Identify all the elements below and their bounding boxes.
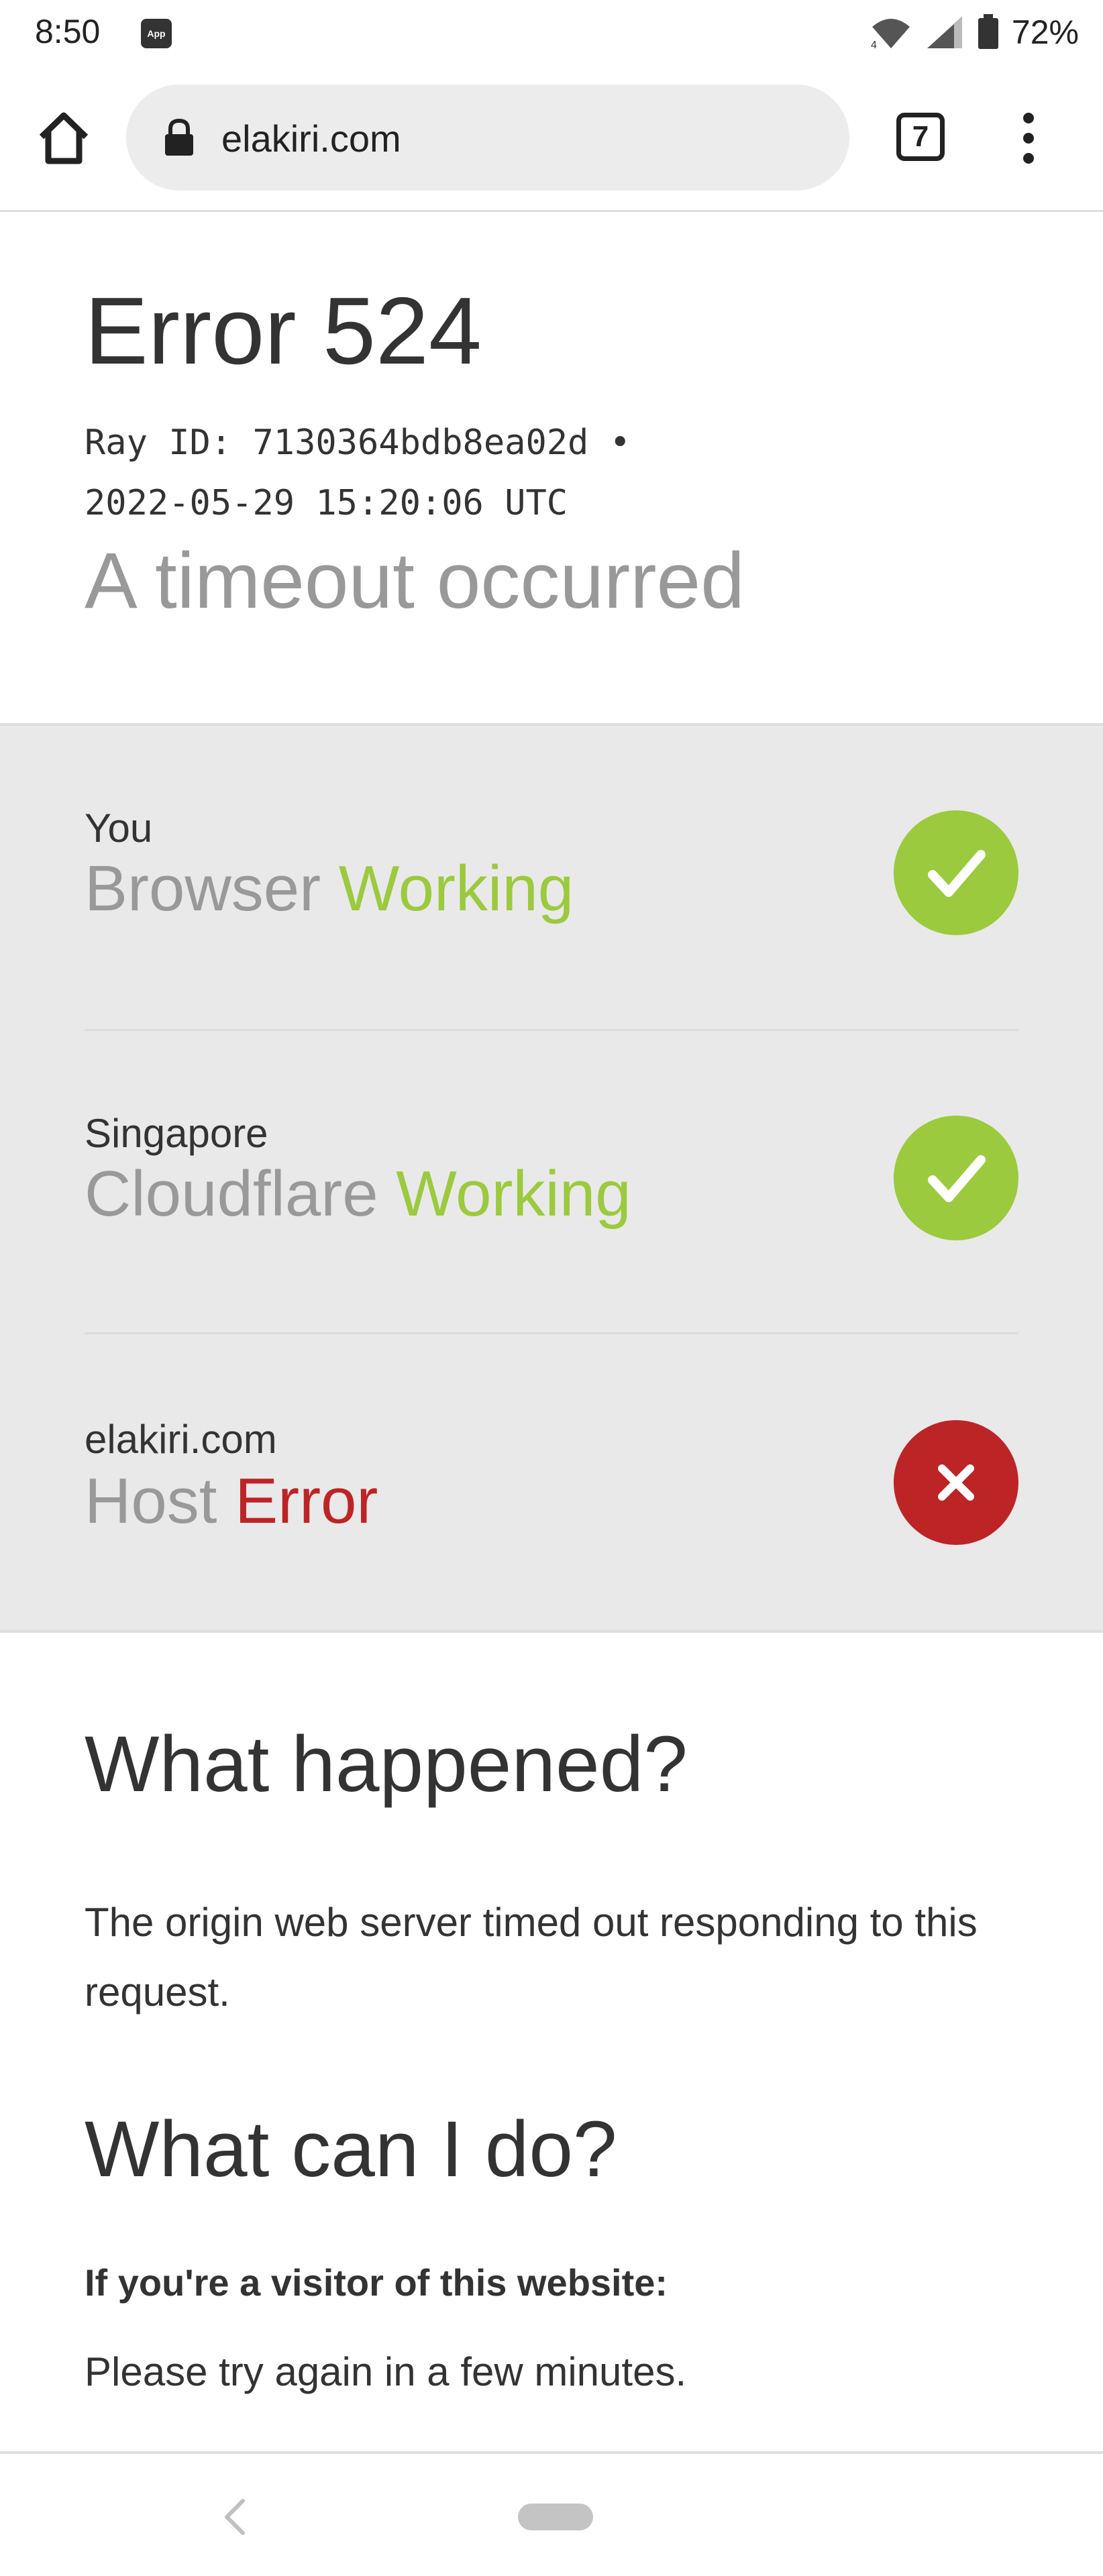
- status-state: Working: [338, 853, 574, 924]
- status-bar: 8:50 App 4 72%: [0, 0, 1103, 67]
- status-location: elakiri.com: [85, 1417, 277, 1462]
- status-row-browser: You Browser Working: [85, 726, 1018, 1029]
- visitor-label: If you're a visitor of this website:: [85, 2261, 668, 2304]
- svg-text:4: 4: [871, 40, 877, 50]
- status-row-host: elakiri.com Host Error: [85, 1332, 1018, 1638]
- signal-icon: [927, 16, 962, 48]
- browser-toolbar: elakiri.com 7: [0, 67, 1103, 212]
- status-label: Cloudflare Working: [85, 1157, 631, 1231]
- visitor-text: Please try again in a few minutes.: [85, 2349, 687, 2394]
- error-timestamp: 2022-05-29 15:20:06 UTC: [85, 483, 568, 523]
- checkmark-icon: [894, 1116, 1018, 1240]
- connection-status-panel: You Browser Working Singapore Cloudflare…: [0, 723, 1103, 1633]
- lock-icon: [165, 118, 193, 156]
- status-state: Error: [235, 1465, 378, 1537]
- error-header: Error 524 Ray ID: 7130364bdb8ea02d • 202…: [0, 212, 1103, 723]
- checkmark-icon: [894, 810, 1018, 935]
- status-name: Browser: [85, 853, 321, 924]
- status-location: You: [85, 806, 153, 851]
- status-location: Singapore: [85, 1111, 268, 1156]
- home-icon[interactable]: [34, 107, 94, 168]
- status-row-cloudflare: Singapore Cloudflare Working: [85, 1029, 1018, 1334]
- error-subtitle: A timeout occurred: [85, 537, 745, 625]
- what-can-i-do-heading: What can I do?: [85, 2105, 617, 2194]
- app-notification-icon: App: [141, 19, 172, 48]
- status-icons: 4 72%: [870, 12, 1079, 52]
- what-happened-text: The origin web server timed out respondi…: [85, 1900, 978, 2015]
- battery-icon: [978, 14, 998, 49]
- wifi-icon: 4: [871, 19, 910, 50]
- battery-percent: 72%: [1011, 13, 1079, 51]
- chevron-left-icon[interactable]: [215, 2496, 258, 2538]
- status-label: Host Error: [85, 1464, 378, 1538]
- ray-id: Ray ID: 7130364bdb8ea02d •: [85, 423, 631, 463]
- status-name: Host: [85, 1465, 217, 1537]
- status-name: Cloudflare: [85, 1158, 378, 1230]
- address-bar[interactable]: elakiri.com: [126, 85, 849, 191]
- status-state: Working: [396, 1158, 631, 1230]
- url-text: elakiri.com: [221, 117, 401, 160]
- system-nav-bar: [0, 2451, 1103, 2576]
- more-vertical-icon[interactable]: [1012, 110, 1045, 166]
- x-icon: [894, 1420, 1018, 1545]
- home-gesture-pill[interactable]: [518, 2504, 593, 2530]
- tab-switcher-button[interactable]: 7: [896, 113, 945, 161]
- error-explanation: What happened? The origin web server tim…: [0, 1633, 1103, 2451]
- status-time: 8:50: [35, 13, 101, 50]
- what-happened-heading: What happened?: [85, 1720, 688, 1809]
- error-title: Error 524: [85, 278, 482, 384]
- status-label: Browser Working: [85, 852, 574, 926]
